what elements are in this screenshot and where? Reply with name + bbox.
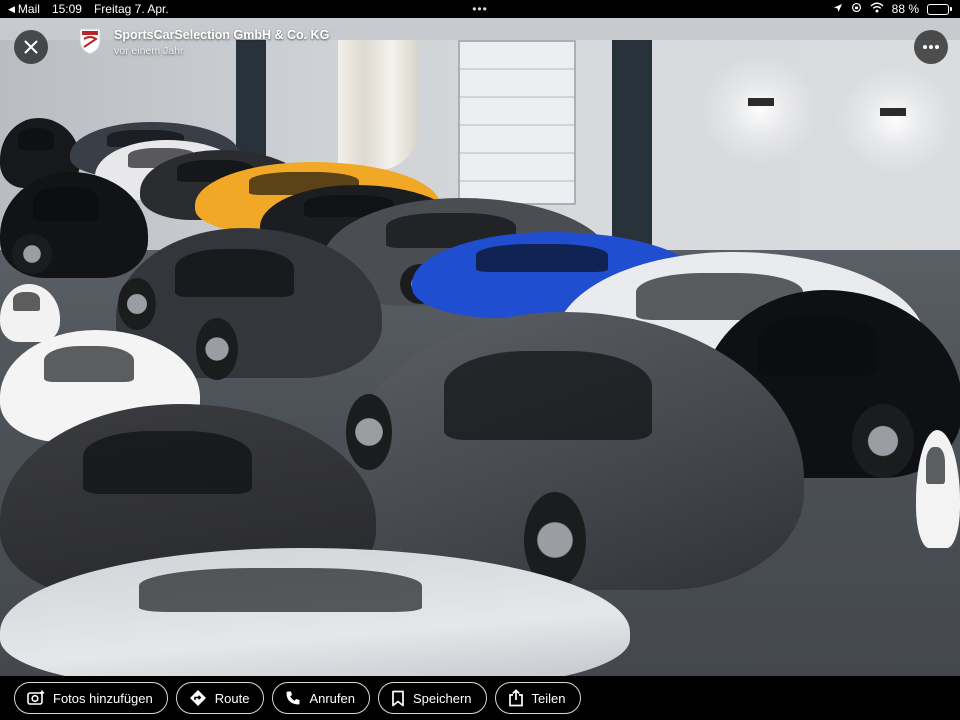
wifi-icon: [870, 2, 884, 16]
more-button[interactable]: [914, 30, 948, 64]
status-bar: ◀ Mail 15:09 Freitag 7. Apr. ••• 88 %: [0, 0, 960, 18]
save-button[interactable]: Speichern: [377, 682, 487, 714]
lock-rotation-icon: [851, 2, 862, 16]
more-icon: [923, 45, 939, 49]
car-wheel: [12, 234, 52, 274]
car-wheel: [852, 404, 914, 478]
wall-light-glow: [700, 55, 820, 165]
call-label: Anrufen: [309, 690, 355, 706]
directions-icon: [189, 690, 206, 706]
add-photos-button[interactable]: Fotos hinzufügen: [14, 682, 168, 714]
route-button[interactable]: Route: [175, 682, 265, 714]
car-wheel: [196, 318, 238, 380]
car-wheel: [346, 394, 392, 470]
location-icon: [833, 2, 843, 16]
wall-pillar: [612, 40, 652, 255]
battery-icon: [927, 3, 952, 15]
save-label: Speichern: [412, 690, 472, 706]
status-date: Freitag 7. Apr.: [93, 2, 169, 16]
close-button[interactable]: [14, 30, 48, 64]
posted-time: vor einem Jahr: [114, 45, 184, 57]
photo-header: SportsCarSelection GmbH & Co. KG vor ein…: [0, 18, 960, 68]
wall-lamp: [748, 98, 774, 106]
share-label: Teilen: [531, 690, 566, 706]
share-icon: [508, 689, 523, 707]
bookmark-icon: [392, 690, 404, 706]
share-button[interactable]: Teilen: [494, 682, 581, 714]
action-bar: Fotos hinzufügen Route Anrufen Speichern…: [0, 676, 960, 720]
poster-info[interactable]: SportsCarSelection GmbH & Co. KG vor ein…: [114, 28, 329, 57]
call-button[interactable]: Anrufen: [272, 682, 370, 714]
route-label: Route: [214, 690, 250, 706]
multitask-dots[interactable]: •••: [472, 2, 488, 16]
wall-light-glow: [835, 65, 955, 175]
car-wheel: [118, 278, 156, 330]
showroom-photo[interactable]: [0, 0, 960, 720]
back-app-label: Mail: [17, 2, 40, 16]
business-logo[interactable]: [78, 27, 102, 55]
phone-icon: [286, 691, 300, 705]
battery-percent: 88 %: [891, 2, 919, 16]
poster-name: SportsCarSelection GmbH & Co. KG: [114, 28, 330, 42]
add-photos-label: Fotos hinzufügen: [53, 690, 153, 706]
close-icon: [24, 40, 38, 54]
add-photo-icon: [27, 690, 45, 705]
status-time: 15:09: [51, 2, 82, 16]
wall-lamp: [880, 108, 906, 116]
back-arrow-icon: ◀: [8, 3, 15, 14]
back-to-app-link[interactable]: ◀ Mail: [8, 2, 40, 16]
